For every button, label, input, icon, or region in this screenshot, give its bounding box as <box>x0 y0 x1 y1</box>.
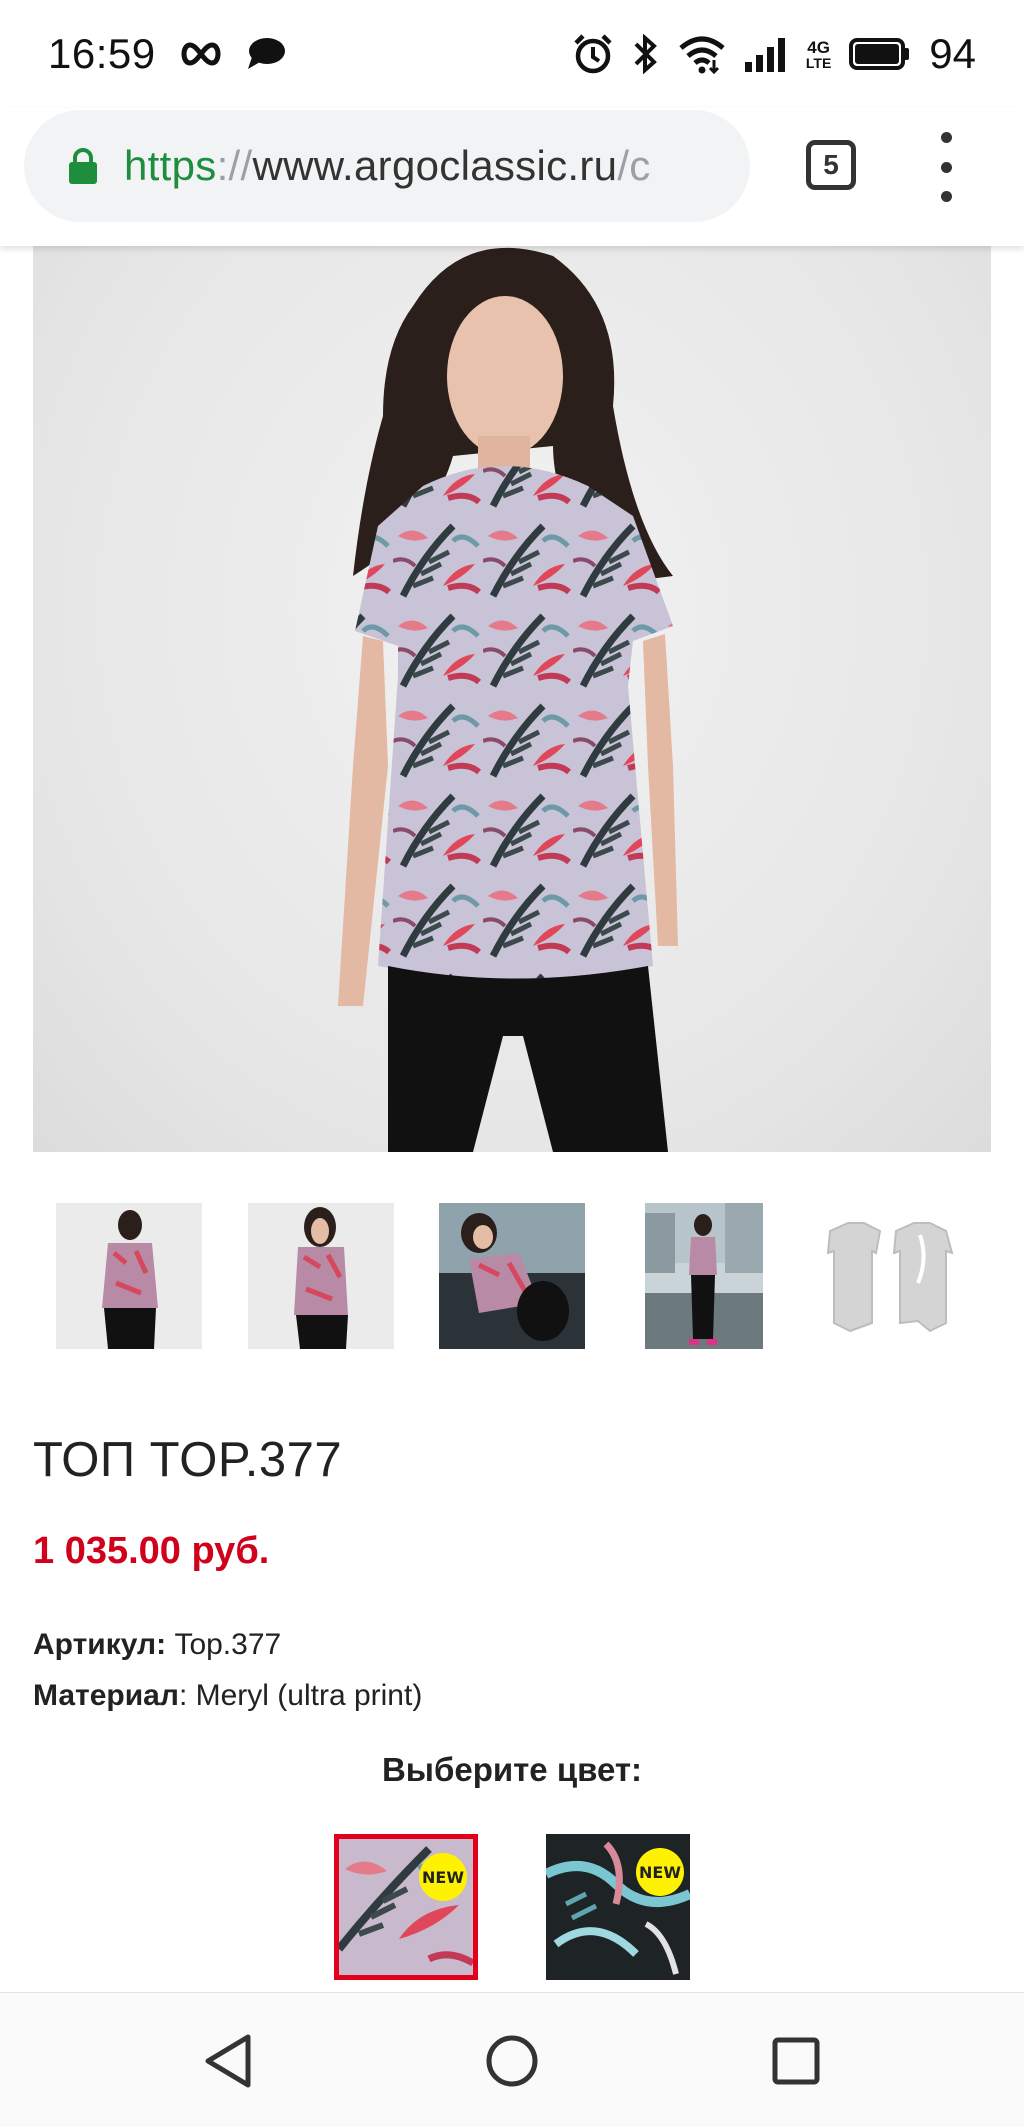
url-bar[interactable]: https://www.argoclassic.ru/c <box>24 110 750 222</box>
back-button[interactable] <box>198 2031 258 2091</box>
recents-square-icon <box>772 2037 820 2085</box>
url-scheme: https <box>124 142 217 189</box>
color-swatch-pink-floral[interactable]: NEW <box>334 1834 478 1980</box>
article-value: Top.377 <box>174 1628 282 1661</box>
battery-icon <box>849 38 911 70</box>
thumb-lifestyle-outdoor[interactable] <box>645 1203 763 1349</box>
recents-button[interactable] <box>766 2031 826 2091</box>
new-badge: NEW <box>419 1853 467 1901</box>
menu-dot-icon <box>940 161 952 173</box>
browser-toolbar: https://www.argoclassic.ru/c 5 <box>0 108 1024 246</box>
url-text: https://www.argoclassic.ru/c <box>124 142 651 190</box>
material-label: Материал <box>33 1679 179 1712</box>
wifi-icon <box>678 34 726 74</box>
url-separator: :// <box>216 142 253 189</box>
product-price: 1 035.00 руб. <box>33 1530 270 1572</box>
bluetooth-icon <box>632 34 660 74</box>
menu-dot-icon <box>940 132 952 143</box>
material-row: Материал: Meryl (ultra print) <box>33 1679 422 1713</box>
thumb-front-view[interactable] <box>248 1203 394 1349</box>
article-label: Артикул: <box>33 1628 167 1661</box>
lock-icon <box>68 147 98 185</box>
menu-dot-icon <box>940 191 952 202</box>
home-button[interactable] <box>482 2031 542 2091</box>
network-type: 4G LTE <box>806 39 831 70</box>
thumb-back-view[interactable] <box>56 1203 202 1349</box>
url-path: /c <box>617 142 651 189</box>
url-host: www.argoclassic.ru <box>252 142 618 189</box>
thumbnail-strip <box>0 1203 1024 1349</box>
infinity-icon <box>178 41 224 67</box>
network-type-label: 4G <box>807 37 830 57</box>
tab-switcher-button[interactable]: 5 <box>806 140 856 190</box>
network-sub-label: LTE <box>805 54 832 71</box>
back-triangle-icon <box>205 2034 251 2088</box>
color-swatch-dark-teal[interactable]: NEW <box>546 1834 690 1980</box>
new-badge: NEW <box>636 1848 684 1896</box>
signal-icon <box>744 36 788 72</box>
chat-bubble-icon <box>246 37 286 71</box>
product-main-image[interactable] <box>33 246 991 1152</box>
status-bar: 16:59 4G LTE 94 <box>0 0 1024 108</box>
thumb-sketch[interactable] <box>820 1203 966 1349</box>
material-value: : Meryl (ultra print) <box>178 1679 423 1712</box>
system-nav-bar <box>0 1992 1024 2127</box>
product-title: ТОП TOP.377 <box>33 1433 343 1487</box>
home-circle-icon <box>486 2035 538 2087</box>
thumb-lifestyle-car[interactable] <box>439 1203 585 1349</box>
alarm-icon <box>572 33 614 75</box>
article-row: Артикул: Top.377 <box>33 1628 281 1662</box>
overflow-menu-button[interactable] <box>928 132 964 202</box>
status-time: 16:59 <box>48 30 156 77</box>
choose-color-heading: Выберите цвет: <box>381 1751 643 1788</box>
battery-level: 94 <box>929 30 976 77</box>
